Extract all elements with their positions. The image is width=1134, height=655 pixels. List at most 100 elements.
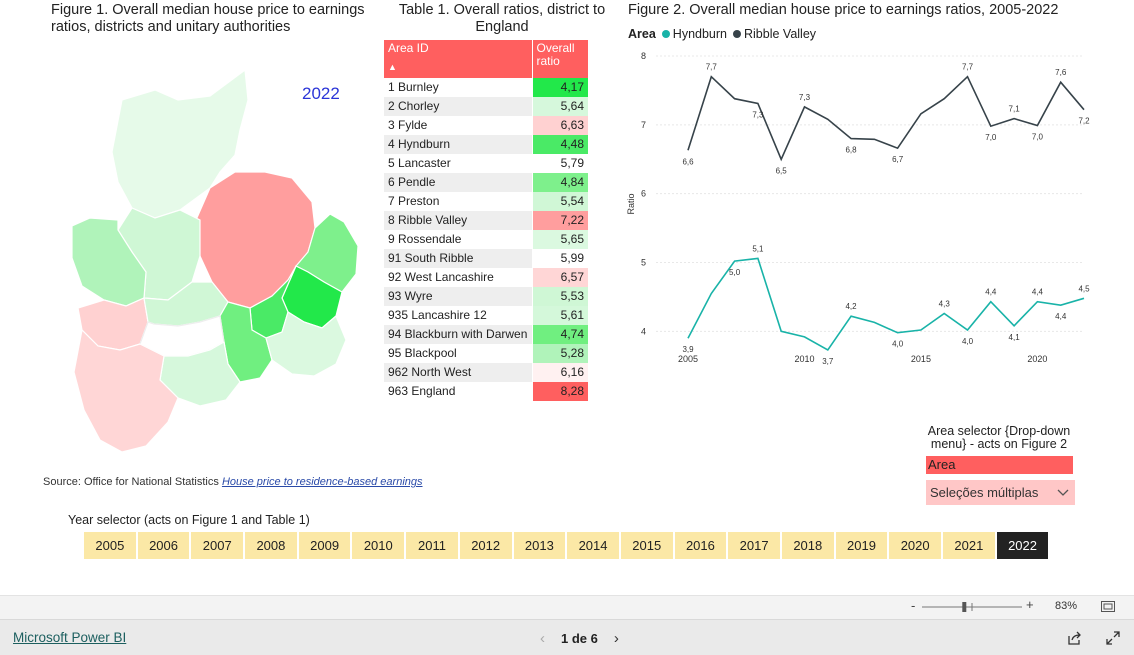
table-row[interactable]: 1 Burnley 4,17 [384, 78, 588, 97]
area-selector-label: Area selector {Drop-down menu} - acts on… [927, 424, 1071, 451]
table-row[interactable]: 93 Wyre 5,53 [384, 287, 588, 306]
series-line-hyndburn [687, 257, 1085, 351]
table-row[interactable]: 3 Fylde 6,63 [384, 116, 588, 135]
table-cell-area: 93 Wyre [384, 287, 532, 306]
table-row[interactable]: 963 England 8,28 [384, 382, 588, 401]
year-selector-label: Year selector (acts on Figure 1 and Tabl… [68, 513, 310, 527]
area-dropdown-value: Seleções múltiplas [930, 485, 1039, 500]
sort-ascending-icon[interactable]: ▲ [388, 61, 528, 74]
table-cell-area: 962 North West [384, 363, 532, 382]
data-label: 4,4 [1032, 288, 1044, 297]
data-label: 7,1 [1009, 105, 1021, 114]
fullscreen-icon[interactable] [1106, 631, 1120, 645]
zoom-slider[interactable] [922, 600, 1022, 614]
legend-title: Area [628, 27, 656, 41]
table-cell-ratio: 5,64 [531, 97, 588, 116]
table-cell-area: 9 Rossendale [388, 232, 462, 246]
zoom-slider-thumb[interactable] [962, 602, 967, 612]
table-row[interactable]: 9 Rossendale 5,65 [384, 230, 588, 249]
table-row[interactable]: 92 West Lancashire 6,57 [384, 268, 588, 287]
table-row[interactable]: 962 North West 6,16 [384, 363, 588, 382]
data-label: 4,5 [1078, 284, 1090, 293]
table-row[interactable]: 91 South Ribble 5,99 [384, 249, 588, 268]
year-button-2007[interactable]: 2007 [191, 532, 244, 559]
table-row[interactable]: 95 Blackpool 5,28 [384, 344, 588, 363]
table-row[interactable]: 2 Chorley 5,64 [384, 97, 588, 116]
column-header-area[interactable]: Area ID ▲ [384, 40, 532, 78]
year-button-2022[interactable]: 2022 [996, 532, 1049, 559]
source-note: Source: Office for National Statistics H… [43, 476, 423, 488]
x-tick-label: 2010 [794, 354, 814, 364]
zoom-out-button[interactable]: - [911, 598, 915, 613]
report-canvas: { "figure1": { "title": "Figure 1. Overa… [0, 0, 1134, 655]
table-cell-area: 7 Preston [388, 194, 440, 208]
table1-title: Table 1. Overall ratios, district to Eng… [398, 2, 606, 35]
table-cell-ratio: 8,28 [531, 382, 588, 401]
year-button-2017[interactable]: 2017 [728, 532, 780, 559]
table-row[interactable]: 94 Blackburn with Darwen 4,74 [384, 325, 588, 344]
series-line-ribble-valley [687, 75, 1085, 162]
y-tick-label: 8 [641, 51, 646, 61]
y-tick-label: 7 [641, 120, 646, 130]
y-tick-label: 5 [641, 258, 646, 268]
data-label: 3,7 [822, 357, 834, 366]
table-cell-ratio: 7,22 [531, 211, 588, 230]
year-button-2005[interactable]: 2005 [84, 532, 136, 559]
year-button-2009[interactable]: 2009 [298, 532, 351, 559]
table-row[interactable]: 5 Lancaster 5,79 [384, 154, 588, 173]
year-button-2016[interactable]: 2016 [674, 532, 727, 559]
prev-page-button[interactable]: ‹ [540, 630, 545, 647]
year-button-2019[interactable]: 2019 [835, 532, 888, 559]
year-button-2008[interactable]: 2008 [245, 532, 297, 559]
data-label: 5,1 [752, 244, 764, 253]
next-page-button[interactable]: › [614, 630, 619, 647]
legend-item-hyndburn[interactable]: Hyndburn [661, 27, 727, 41]
year-button-2014[interactable]: 2014 [567, 532, 619, 559]
powerbi-link[interactable]: Microsoft Power BI [13, 630, 126, 645]
fit-page-icon[interactable] [1101, 601, 1115, 612]
table-cell-area: 5 Lancaster [388, 156, 451, 170]
year-button-2006[interactable]: 2006 [137, 532, 190, 559]
line-chart[interactable]: 4 5 6 7 8 Ratio 2005 2010 2015 2020 3,9 5,0 5,1 3,7 4,… [620, 44, 1100, 374]
table-cell-area: 3 Fylde [388, 118, 428, 132]
choropleth-map[interactable] [60, 60, 370, 460]
data-label: 5,0 [729, 268, 741, 277]
x-tick-label: 2015 [911, 354, 931, 364]
table-cell-ratio: 4,84 [531, 173, 588, 192]
legend-item-ribble-valley[interactable]: Ribble Valley [733, 27, 816, 41]
year-button-2011[interactable]: 2011 [406, 532, 458, 559]
table-row[interactable]: 6 Pendle 4,84 [384, 173, 588, 192]
data-label: 4,0 [962, 337, 974, 346]
data-label: 4,0 [892, 340, 904, 349]
table-cell-ratio: 4,74 [531, 325, 588, 344]
table-cell-area: 8 Ribble Valley [384, 211, 532, 230]
year-button-2020[interactable]: 2020 [889, 532, 941, 559]
year-button-2018[interactable]: 2018 [781, 532, 834, 559]
year-button-2013[interactable]: 2013 [513, 532, 566, 559]
share-icon[interactable] [1067, 630, 1083, 646]
legend-dot-ribble-valley [733, 30, 741, 38]
table-row[interactable]: 935 Lancashire 12 5,61 [384, 306, 588, 325]
zoom-in-button[interactable]: + [1026, 597, 1034, 612]
data-label: 6,7 [892, 155, 904, 164]
table-row[interactable]: 7 Preston 5,54 [384, 192, 588, 211]
table-row[interactable]: 4 Hyndburn 4,48 [384, 135, 588, 154]
data-label: 4,4 [985, 288, 997, 297]
y-tick-label: 4 [641, 326, 646, 336]
y-tick-label: 6 [641, 189, 646, 199]
year-button-2012[interactable]: 2012 [459, 532, 512, 559]
year-button-2015[interactable]: 2015 [620, 532, 673, 559]
data-label: 7,6 [1055, 68, 1067, 77]
table-row[interactable]: 8 Ribble Valley 7,22 [384, 211, 588, 230]
data-label: 4,3 [939, 299, 951, 308]
data-label: 7,7 [706, 63, 718, 72]
source-link[interactable]: House price to residence-based earnings [222, 476, 423, 488]
column-header-ratio[interactable]: Overall ratio [531, 40, 588, 78]
table-cell-area: 95 Blackpool [388, 346, 457, 360]
year-button-2021[interactable]: 2021 [943, 532, 995, 559]
year-button-2010[interactable]: 2010 [352, 532, 405, 559]
area-dropdown[interactable]: Seleções múltiplas [926, 480, 1075, 505]
table-cell-ratio: 5,28 [531, 344, 588, 363]
table-cell-area: 2 Chorley [384, 97, 532, 116]
chevron-down-icon [1057, 489, 1069, 496]
